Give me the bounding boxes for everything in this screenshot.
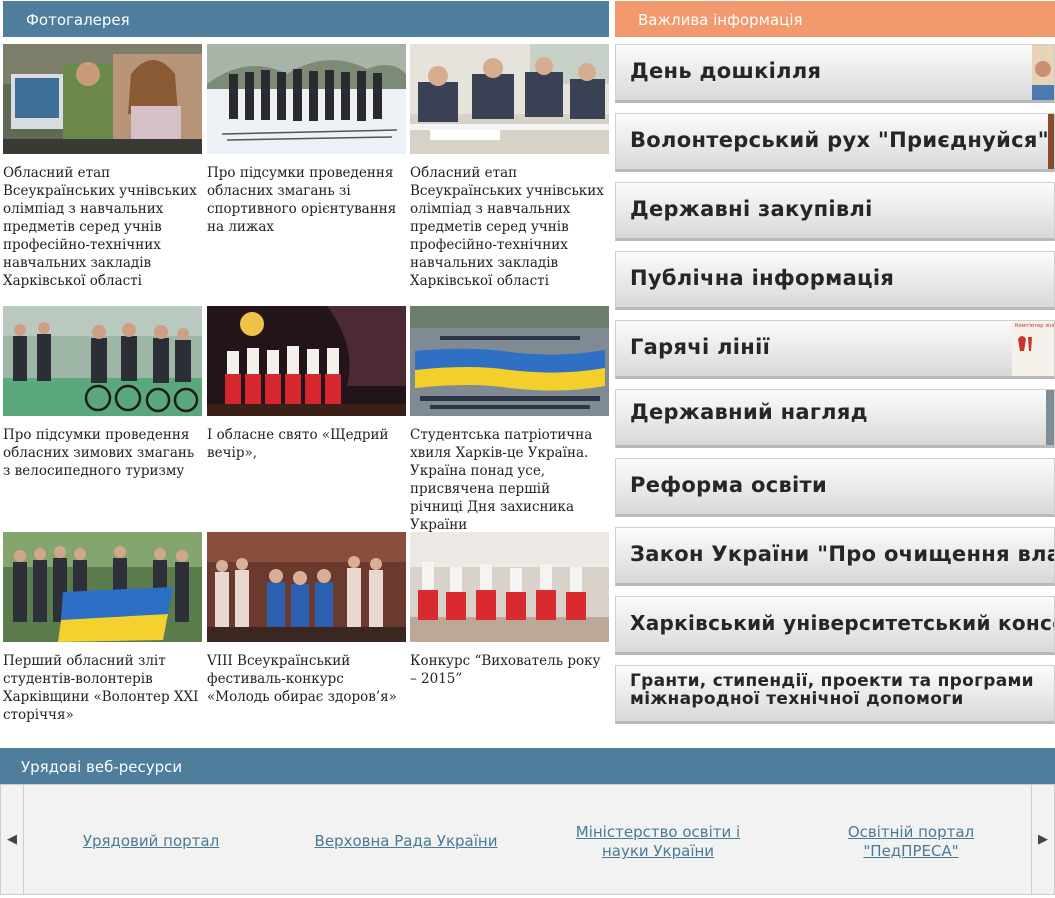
gallery-item[interactable]: І обласне свято «Щедрий вечір», bbox=[207, 306, 406, 462]
gov-resources-carousel: ◀ Урядовий портал Верховна Рада України … bbox=[0, 784, 1055, 895]
carousel-next-button[interactable]: ▶ bbox=[1031, 785, 1054, 894]
info-title: Важлива інформація bbox=[638, 11, 803, 29]
banner-state-supervision[interactable]: Державний нагляд bbox=[615, 389, 1055, 448]
child-photo-icon bbox=[1032, 45, 1054, 100]
banner-label: Волонтерський рух "Приєднуйся" bbox=[630, 128, 1049, 152]
banner-label: Харківський університетський консорціум bbox=[630, 611, 1054, 635]
gallery-photo-ski-orienteering[interactable] bbox=[207, 44, 406, 154]
banner-label: Державні закупівлі bbox=[630, 197, 873, 221]
gov-resources-header: Урядові веб-ресурси bbox=[0, 748, 1055, 784]
banner-grants-programs[interactable]: Гранти, стипендії, проекти та програми м… bbox=[615, 665, 1055, 724]
banner-public-procurement[interactable]: Державні закупівлі bbox=[615, 182, 1055, 241]
banner-label: День дошкілля bbox=[630, 59, 822, 83]
gallery-photo-teacher-of-the-year[interactable] bbox=[410, 532, 609, 642]
gallery-caption[interactable]: Про підсумки проведення обласних зимових… bbox=[3, 426, 199, 480]
link-verkhovna-rada[interactable]: Верховна Рада України bbox=[311, 832, 501, 851]
gallery-item[interactable]: Про підсумки проведення обласних зимових… bbox=[3, 306, 202, 480]
gallery-item[interactable]: Обласний етап Всеукраїнських учнівських … bbox=[410, 44, 609, 290]
gallery-item[interactable]: Про підсумки проведення обласних змагань… bbox=[207, 44, 406, 236]
gallery-header: Фотогалерея bbox=[3, 1, 609, 37]
banner-kharkiv-university-consortium[interactable]: Харківський університетський консорціум bbox=[615, 596, 1055, 655]
gallery-title: Фотогалерея bbox=[26, 11, 130, 29]
gallery-caption[interactable]: Перший обласний зліт студентів-волонтері… bbox=[3, 652, 199, 724]
gallery-caption[interactable]: Обласний етап Всеукраїнських учнівських … bbox=[410, 164, 606, 290]
triangle-left-icon: ◀ bbox=[7, 832, 17, 847]
hotline-poster-icon: Комп'ютер лінії bbox=[1012, 321, 1054, 376]
triangle-right-icon: ▶ bbox=[1038, 832, 1048, 847]
gallery-item[interactable]: Студентська патріотична хвиля Харків-це … bbox=[410, 306, 609, 534]
banner-label: Гранти, стипендії, проекти та програми м… bbox=[630, 671, 1034, 709]
banner-education-reform[interactable]: Реформа освіти bbox=[615, 458, 1055, 517]
decor-photo-icon bbox=[1048, 114, 1054, 169]
gallery-caption[interactable]: VIII Всеукраїнський фестиваль-конкурс «М… bbox=[207, 652, 403, 706]
gallery-photo-patriotic-wave[interactable] bbox=[410, 306, 609, 416]
banner-label: Державний нагляд bbox=[630, 400, 868, 424]
banner-label: Реформа освіти bbox=[630, 473, 828, 497]
gallery-item[interactable]: Конкурс “Вихователь року – 2015” bbox=[410, 532, 609, 688]
gallery-caption[interactable]: Про підсумки проведення обласних змагань… bbox=[207, 164, 403, 236]
link-pedpresa-portal[interactable]: Освітній портал "ПедПРЕСА" bbox=[841, 823, 981, 861]
gallery-item[interactable]: Перший обласний зліт студентів-волонтері… bbox=[3, 532, 202, 724]
gallery-caption[interactable]: Обласний етап Всеукраїнських учнівських … bbox=[3, 164, 199, 290]
link-government-portal[interactable]: Урядовий портал bbox=[81, 832, 221, 851]
link-ministry-of-education[interactable]: Міністерство освіти і науки України bbox=[573, 823, 743, 861]
banner-label: Закон України "Про очищення влади" bbox=[630, 542, 1054, 566]
gallery-photo-shchedryi-vechir[interactable] bbox=[207, 306, 406, 416]
gallery-item[interactable]: Обласний етап Всеукраїнських учнівських … bbox=[3, 44, 202, 290]
info-header: Важлива інформація bbox=[615, 1, 1055, 37]
banner-volunteer-movement[interactable]: Волонтерський рух "Приєднуйся" bbox=[615, 113, 1055, 172]
banner-preschool-day[interactable]: День дошкілля bbox=[615, 44, 1055, 103]
gov-resources-title: Урядові веб-ресурси bbox=[21, 758, 183, 776]
banner-lustration-law[interactable]: Закон України "Про очищення влади" bbox=[615, 527, 1055, 586]
gallery-photo-volunteer-rally[interactable] bbox=[3, 532, 202, 642]
gallery-photo-computer-olympiad[interactable] bbox=[3, 44, 202, 154]
carousel-prev-button[interactable]: ◀ bbox=[1, 785, 24, 894]
decor-photo-icon bbox=[1046, 390, 1054, 445]
gallery-caption[interactable]: Студентська патріотична хвиля Харків-це … bbox=[410, 426, 606, 534]
banner-hotlines[interactable]: Гарячі лінії Комп'ютер лінії bbox=[615, 320, 1055, 379]
gallery-photo-classroom-olympiad[interactable] bbox=[410, 44, 609, 154]
gallery-caption[interactable]: І обласне свято «Щедрий вечір», bbox=[207, 426, 403, 462]
gallery-photo-youth-health-festival[interactable] bbox=[207, 532, 406, 642]
banner-label: Публічна інформація bbox=[630, 266, 895, 290]
gallery-caption[interactable]: Конкурс “Вихователь року – 2015” bbox=[410, 652, 606, 688]
banner-label: Гарячі лінії bbox=[630, 335, 771, 359]
banner-public-information[interactable]: Публічна інформація bbox=[615, 251, 1055, 310]
gallery-item[interactable]: VIII Всеукраїнський фестиваль-конкурс «М… bbox=[207, 532, 406, 706]
gallery-photo-cycling-tourism[interactable] bbox=[3, 306, 202, 416]
